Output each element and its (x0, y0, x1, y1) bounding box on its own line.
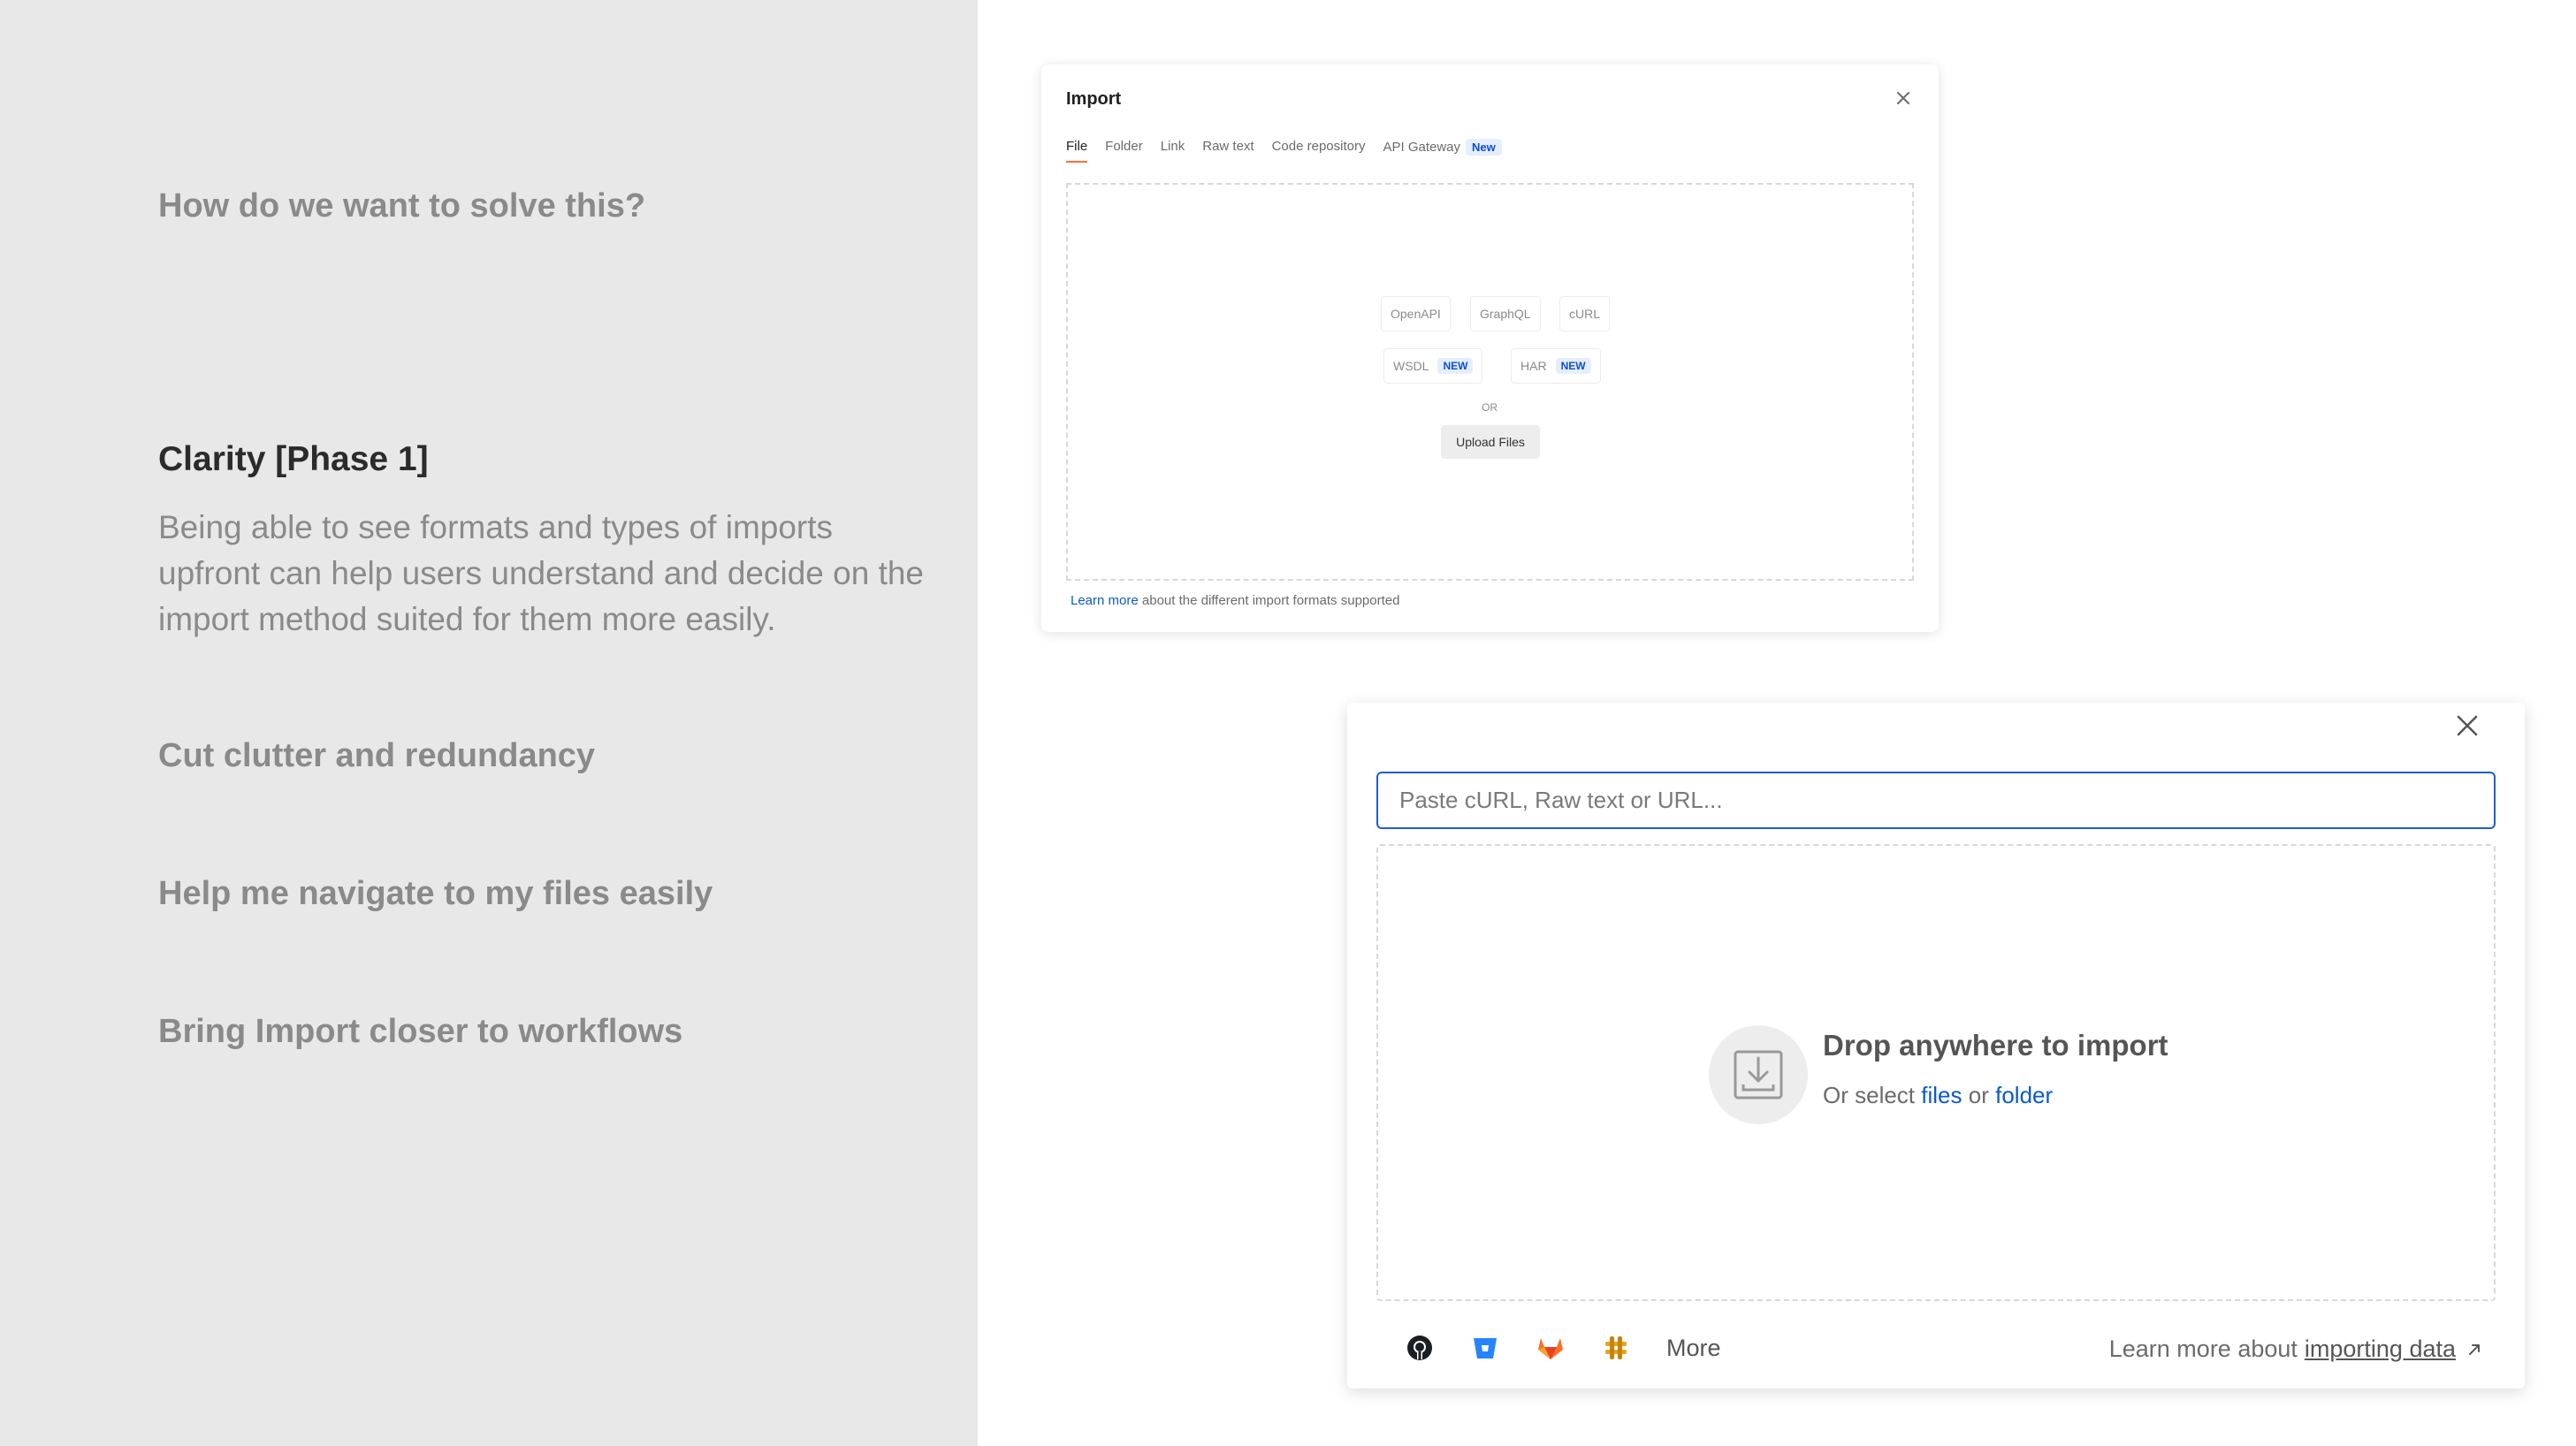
azure-devops-icon[interactable] (1601, 1333, 1631, 1363)
or-label: OR (1482, 401, 1498, 414)
more-integrations-button[interactable]: More (1666, 1335, 1721, 1362)
learn-more-prefix: Learn more about (2108, 1336, 2298, 1362)
file-drop-zone[interactable]: OpenAPI GraphQL cURL WSDL NEW HAR NEW OR U… (1066, 183, 1914, 581)
gitlab-icon[interactable] (1536, 1333, 1566, 1363)
wsdl-label: WSDL (1393, 359, 1429, 373)
select-files-link[interactable]: files (1921, 1082, 1962, 1108)
upload-files-button[interactable]: Upload Files (1441, 425, 1540, 459)
dialog-footer: Learn more about the different import fo… (1071, 593, 1399, 608)
question-heading: How do we want to solve this? (158, 187, 646, 225)
new-import-modal: Drop anywhere to import Or select files … (1347, 703, 2525, 1389)
format-chip-har: HAR NEW (1511, 348, 1601, 384)
footer-text: about the different import formats suppo… (1141, 593, 1400, 608)
tab-api-gateway-label: API Gateway (1383, 140, 1461, 155)
tab-code-repository[interactable]: Code repository (1272, 139, 1366, 163)
point-navigate-files: Help me navigate to my files easily (158, 875, 713, 912)
phase-heading: Clarity [Phase 1] (158, 440, 429, 478)
paste-input[interactable] (1376, 772, 2496, 829)
drop-title: Drop anywhere to import (1823, 1029, 2168, 1062)
tab-folder[interactable]: Folder (1105, 139, 1143, 163)
point-bring-import: Bring Import closer to workflows (158, 1013, 683, 1050)
tab-link[interactable]: Link (1161, 139, 1185, 163)
learn-more-link[interactable]: Learn more (1071, 593, 1139, 608)
close-icon[interactable] (1893, 88, 1914, 109)
har-label: HAR (1520, 359, 1547, 373)
drop-prefix: Or select (1823, 1082, 1916, 1108)
importing-data-link[interactable]: importing data (2305, 1336, 2456, 1363)
close-icon[interactable] (2449, 707, 2486, 744)
format-chip-graphql: GraphQL (1470, 296, 1541, 331)
phase-description: Being able to see formats and types of i… (158, 509, 925, 637)
old-import-dialog: Import File Folder Link Raw text Code re… (1041, 65, 1939, 632)
drop-or: or (1968, 1082, 1989, 1108)
drop-zone[interactable]: Drop anywhere to import Or select files … (1376, 844, 2496, 1301)
bitbucket-icon[interactable] (1470, 1333, 1500, 1363)
select-folder-link[interactable]: folder (1995, 1082, 2053, 1108)
point-cut-clutter: Cut clutter and redundancy (158, 737, 596, 774)
tab-raw-text[interactable]: Raw text (1202, 139, 1254, 163)
drop-subtitle: Or select files or folder (1823, 1082, 2053, 1109)
new-badge: NEW (1437, 358, 1474, 374)
import-tabs: File Folder Link Raw text Code repositor… (1066, 139, 1520, 163)
format-chip-wsdl: WSDL NEW (1383, 348, 1483, 384)
tab-api-gateway[interactable]: API Gateway New (1383, 139, 1502, 163)
new-badge: NEW (1555, 358, 1591, 374)
format-chip-openapi: OpenAPI (1381, 296, 1451, 331)
left-panel: How do we want to solve this? Clarity [P… (0, 0, 978, 1446)
new-badge: New (1466, 139, 1502, 156)
tab-file[interactable]: File (1066, 139, 1088, 163)
dialog-title: Import (1066, 89, 1122, 109)
external-link-icon (2469, 1343, 2480, 1355)
github-icon[interactable] (1405, 1333, 1435, 1363)
learn-more-importing: Learn more about importing data (2109, 1336, 2482, 1363)
format-chip-curl: cURL (1559, 296, 1611, 331)
import-icon (1709, 1025, 1808, 1124)
integrations-bar: More (1405, 1333, 1721, 1363)
